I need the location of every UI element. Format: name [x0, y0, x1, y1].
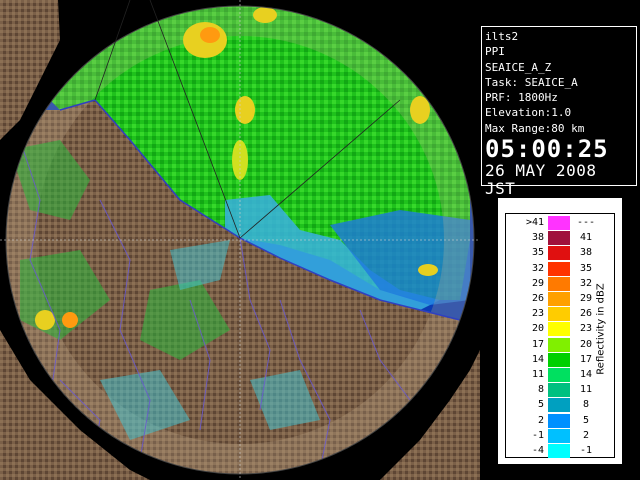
legend-color-swatch: [548, 230, 570, 246]
legend-color-swatch: [548, 351, 570, 367]
legend-low-value: 38: [531, 232, 544, 244]
legend-row: -4 -1: [506, 443, 614, 458]
legend-color-swatch: [548, 275, 570, 291]
legend-color-swatch: [548, 336, 570, 352]
legend-color-swatch: [548, 321, 570, 337]
scan-date: 26 MAY 2008 JST: [485, 161, 597, 199]
legend-color-swatch: [548, 443, 570, 458]
legend-high-value: 11: [579, 384, 593, 396]
legend-row: >41 ---: [506, 215, 614, 230]
legend-low-value: -4: [531, 445, 544, 456]
legend-color-swatch: [548, 412, 570, 428]
legend-high-value: ---: [576, 217, 596, 228]
legend-color-swatch: [548, 427, 570, 443]
legend-row: 38 41: [506, 230, 614, 246]
legend-row: 8 11: [506, 382, 614, 398]
legend-low-value: -1: [531, 429, 544, 441]
task-name: Task: SEAICE_A: [485, 75, 578, 89]
legend-row: -1 2: [506, 427, 614, 443]
max-range-value: Max Range:80 km: [485, 121, 585, 135]
legend-low-value: 8: [537, 384, 544, 396]
radar-ppi-display: [0, 0, 480, 480]
legend-high-value: 5: [582, 414, 590, 426]
legend-low-value: 35: [531, 247, 544, 259]
legend-color-swatch: [548, 382, 570, 398]
legend-high-value: 41: [579, 232, 593, 244]
legend-high-value: 8: [582, 399, 590, 411]
legend-row: 58: [506, 397, 614, 413]
reflectivity-legend: >41 --- 38 41 35 38 32 35 29 32 26 29 23 26 20 23 17 20 14…: [498, 198, 622, 464]
prf-value: PRF: 1800Hz: [485, 91, 558, 105]
legend-low-value: 14: [531, 353, 544, 365]
legend-color-swatch: [548, 367, 570, 382]
legend-color-swatch: [548, 245, 570, 261]
legend-low-value: 26: [531, 293, 544, 304]
legend-row: 35 38: [506, 245, 614, 261]
scan-type: PPI: [485, 45, 505, 59]
legend-high-value: -1: [579, 445, 593, 456]
legend-high-value: 38: [579, 247, 593, 259]
legend-color-swatch: [548, 291, 570, 306]
legend-low-value: 5: [537, 399, 544, 411]
legend-low-value: >41: [525, 217, 544, 228]
legend-high-value: 35: [579, 262, 593, 274]
legend-color-swatch: [548, 397, 570, 413]
product-name: SEAICE_A_Z: [485, 60, 552, 74]
legend-row: 25: [506, 412, 614, 428]
legend-color-swatch: [548, 215, 570, 230]
legend-low-value: 32: [531, 262, 544, 274]
legend-low-value: 2: [537, 414, 544, 426]
legend-high-value: 2: [582, 429, 590, 441]
legend-row: 32 35: [506, 260, 614, 276]
radar-name: ilts2: [485, 30, 519, 43]
legend-low-value: 20: [531, 323, 544, 335]
legend-low-value: 23: [531, 308, 544, 320]
legend-color-swatch: [548, 306, 570, 322]
scan-time: 05:00:25: [485, 135, 609, 164]
legend-low-value: 29: [531, 277, 544, 289]
legend-title: Reflectivity in dBZ: [595, 283, 607, 375]
legend-low-value: 17: [531, 338, 544, 350]
legend-low-value: 11: [531, 369, 544, 380]
elevation-value: Elevation:1.0: [485, 106, 572, 120]
scan-info-panel: ilts2 PPI SEAICE_A_Z Task: SEAICE_A PRF:…: [481, 26, 637, 198]
legend-color-swatch: [548, 260, 570, 276]
